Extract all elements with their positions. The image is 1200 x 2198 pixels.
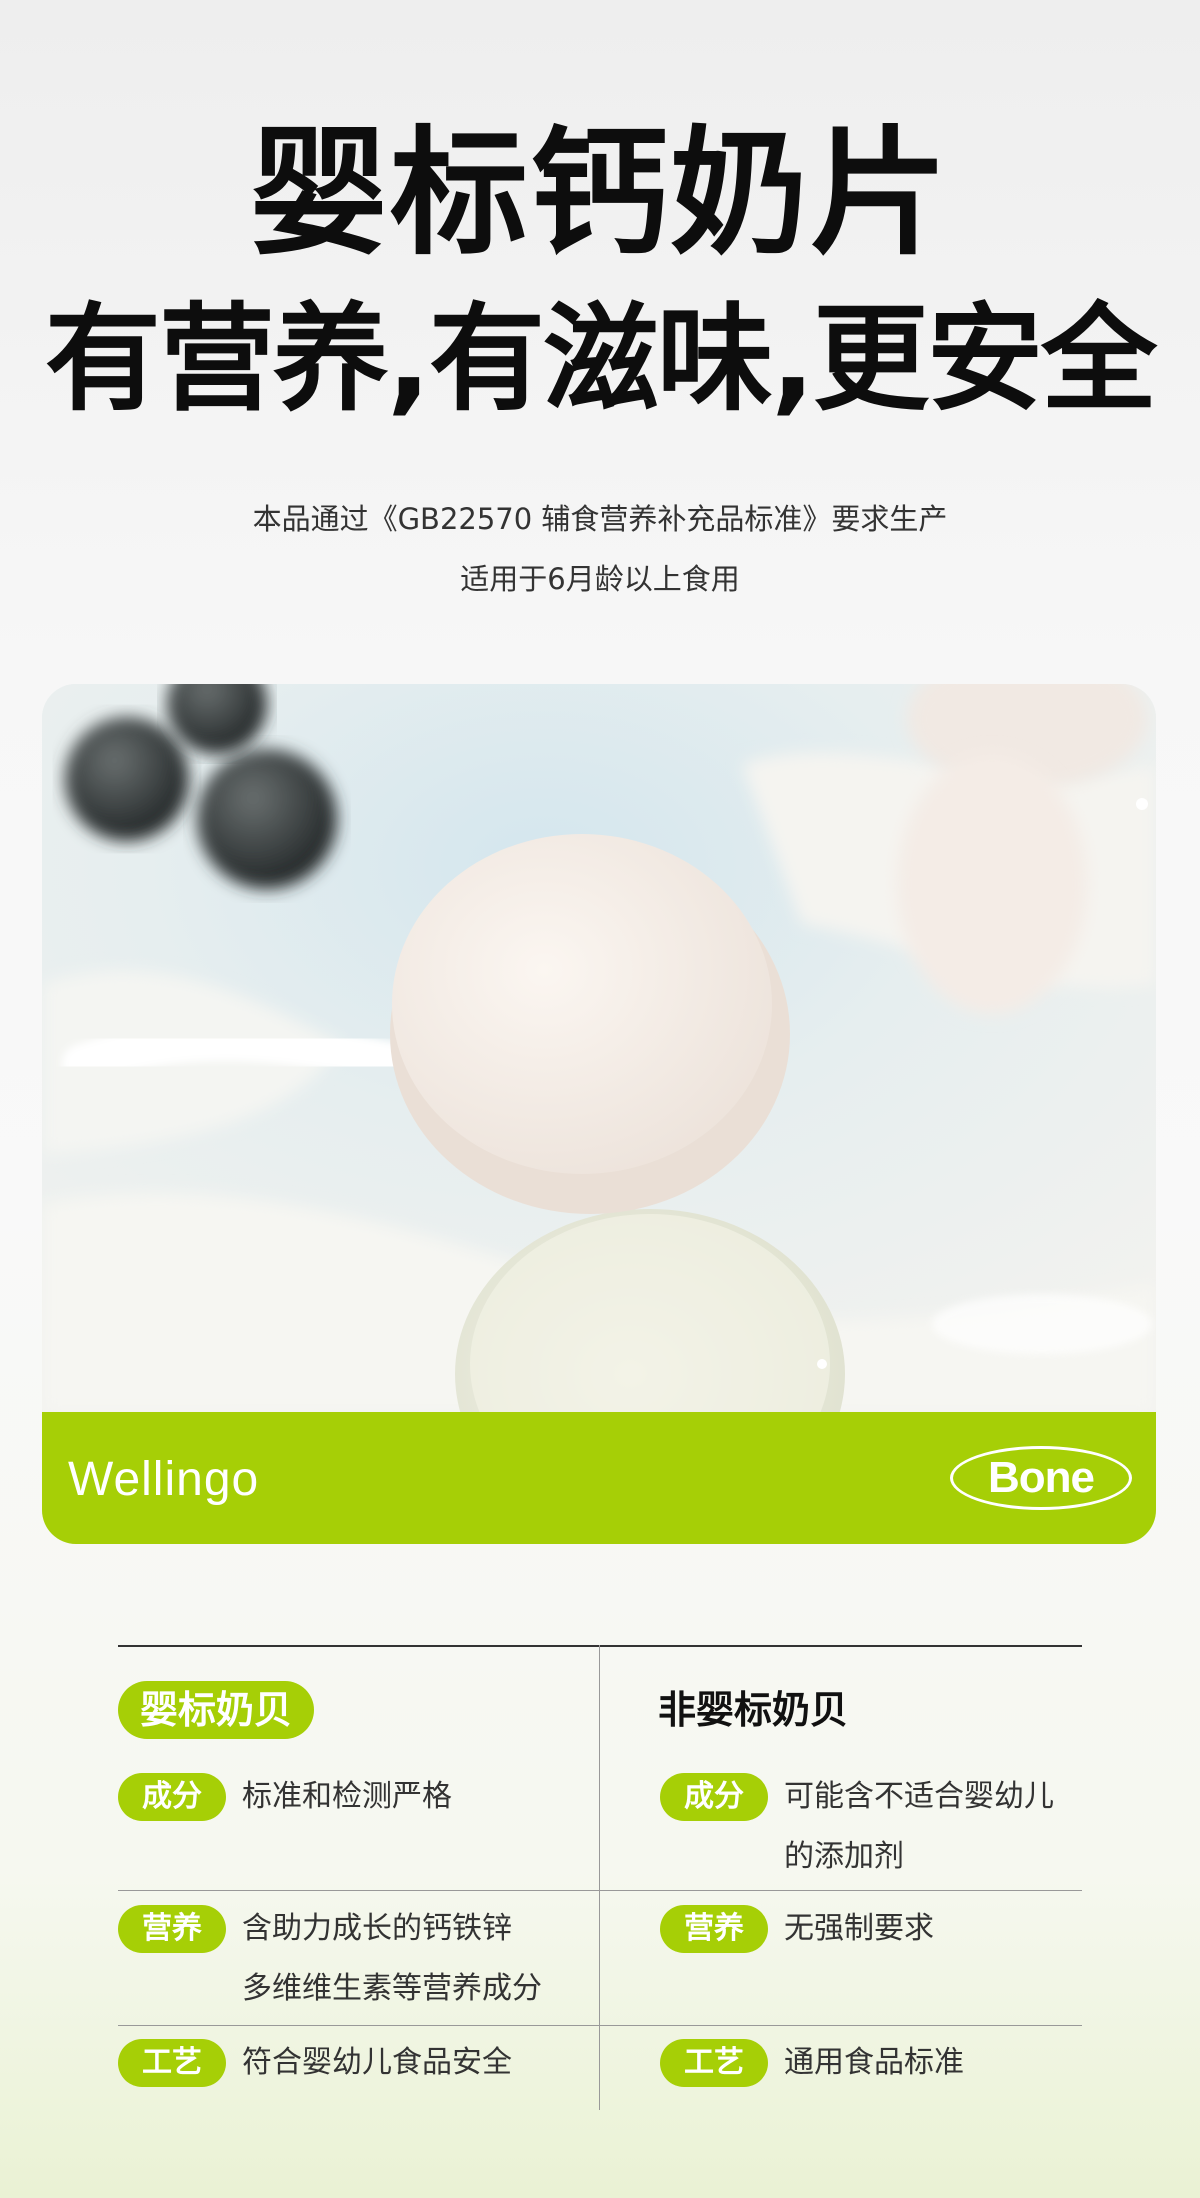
- right-cell-text: 的添加剂: [784, 1839, 904, 1874]
- left-cell-text: 多维维生素等营养成分: [242, 1971, 542, 2006]
- standard-description: 本品通过《GB22570 辅食营养补充品标准》要求生产: [252, 502, 948, 536]
- bone-badge-label: Bone: [988, 1453, 1095, 1502]
- row-tag-ingredients: 成分: [660, 1773, 768, 1821]
- product-hero-card: Wellingo Bone: [42, 684, 1156, 1544]
- page-title: 婴标钙奶片: [249, 113, 950, 274]
- brand-logo: Wellingo: [68, 1453, 260, 1506]
- table-column-divider: [599, 1645, 600, 2110]
- right-cell-text: 通用食品标准: [784, 2045, 964, 2080]
- row-tag-ingredients: 成分: [118, 1773, 226, 1821]
- table-row-divider: [118, 1890, 1082, 1891]
- page-subtitle: 有营养,有滋味,更安全: [44, 292, 1157, 427]
- bone-badge: Bone: [950, 1446, 1132, 1510]
- comparison-table: 婴标奶贝 非婴标奶贝 成分 标准和检测严格 成分 可能含不适合婴幼儿 的添加剂 …: [118, 1645, 1082, 2110]
- right-cell-text: 无强制要求: [784, 1911, 934, 1946]
- age-description: 适用于6月龄以上食用: [460, 562, 740, 596]
- row-tag-process: 工艺: [118, 2039, 226, 2087]
- left-cell-text: 含助力成长的钙铁锌: [242, 1911, 512, 1946]
- right-cell-text: 可能含不适合婴幼儿: [784, 1779, 1054, 1814]
- right-column-header: 非婴标奶贝: [658, 1688, 849, 1732]
- row-tag-process: 工艺: [660, 2039, 768, 2087]
- left-cell-text: 标准和检测严格: [242, 1779, 452, 1814]
- row-tag-nutrition: 营养: [660, 1905, 768, 1953]
- left-column-header: 婴标奶贝: [118, 1681, 315, 1739]
- left-cell-text: 符合婴幼儿食品安全: [242, 2045, 512, 2080]
- table-row-divider: [118, 2025, 1082, 2026]
- product-photo: [42, 684, 1156, 1414]
- table-top-rule: [118, 1645, 1082, 1647]
- brand-band: Wellingo Bone: [42, 1412, 1156, 1544]
- row-tag-nutrition: 营养: [118, 1905, 226, 1953]
